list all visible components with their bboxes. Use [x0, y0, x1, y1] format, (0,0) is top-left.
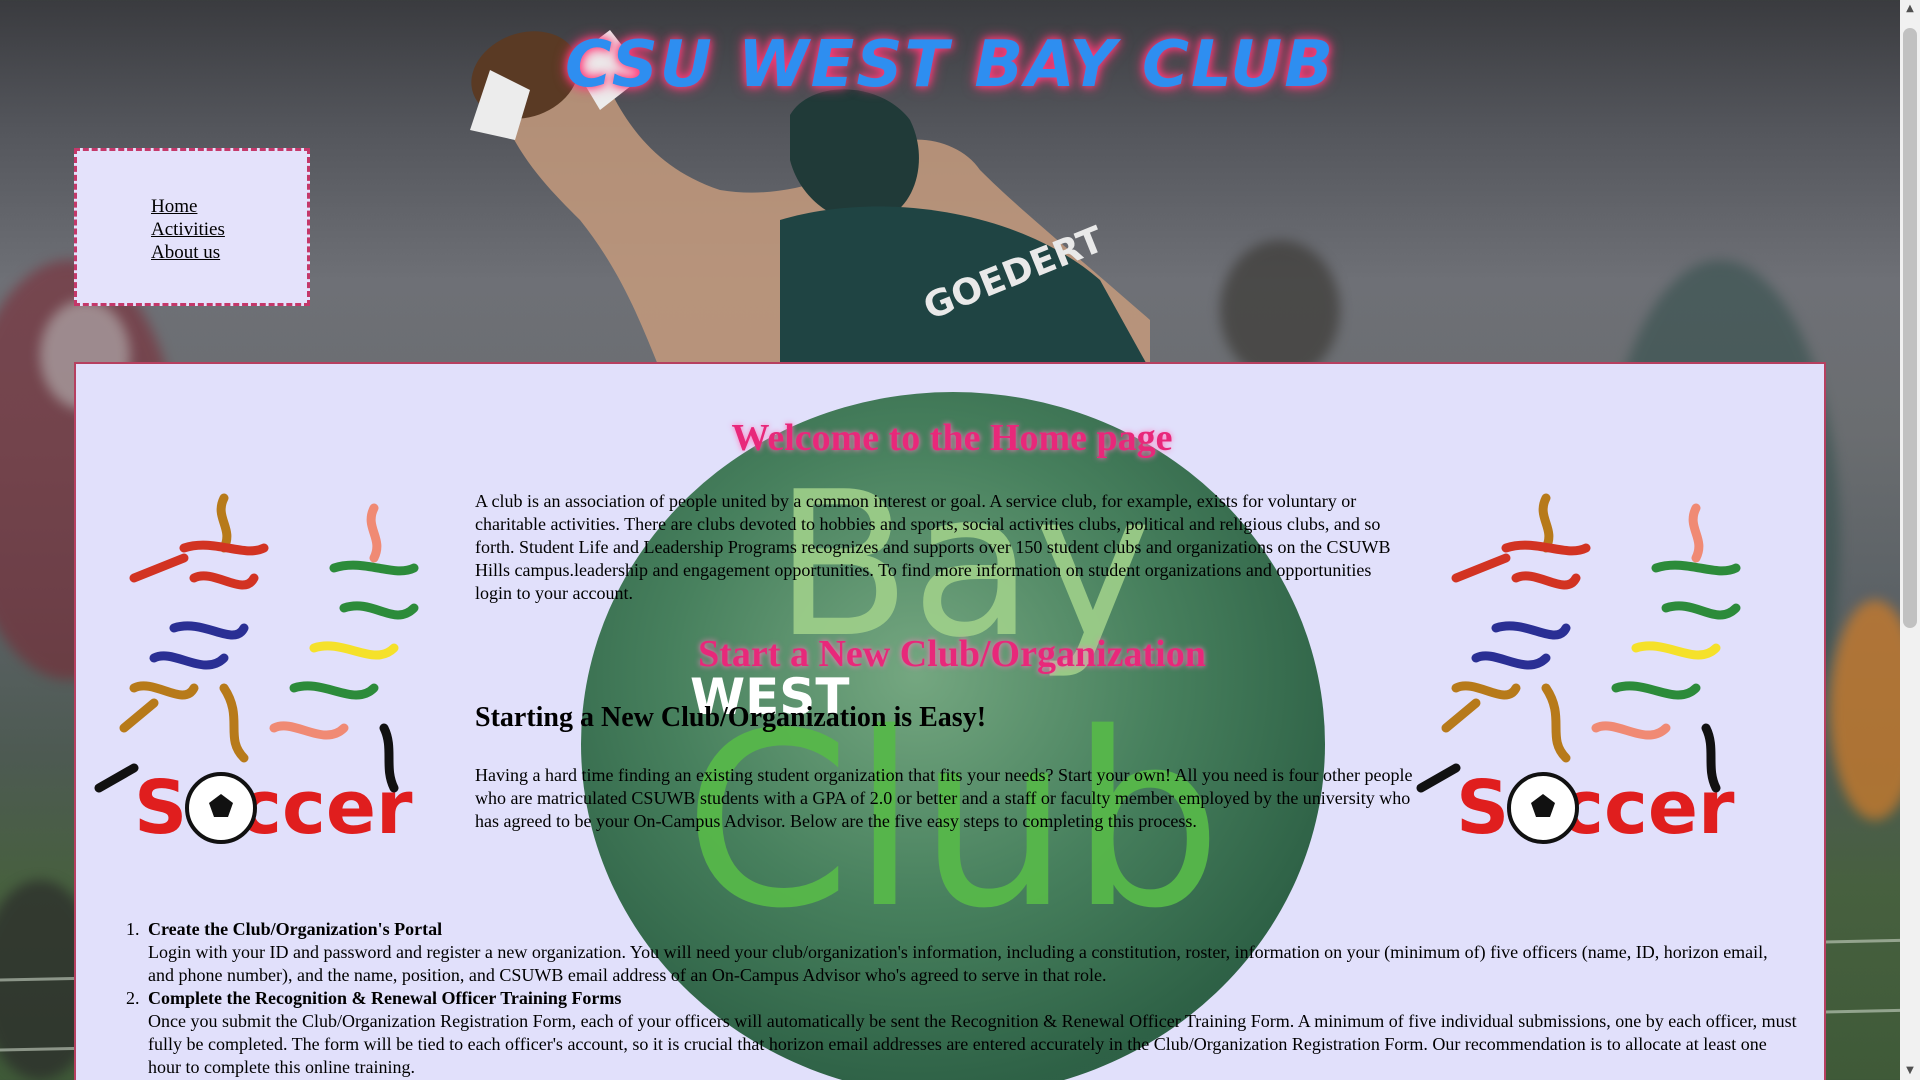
easy-heading: Starting a New Club/Organization is Easy…: [475, 702, 987, 733]
step-item: Complete the Recognition & Renewal Offic…: [126, 987, 1798, 1079]
soccer-text-right: Soccer: [1456, 765, 1735, 851]
steps-list: Create the Club/Organization's Portal Lo…: [126, 918, 1798, 1079]
step-body: Login with your ID and password and regi…: [148, 942, 1768, 985]
vertical-scrollbar[interactable]: ▲ ▼: [1900, 0, 1920, 1080]
main-content-panel: Bay Club WEST Soccer Soccer Welcome to t…: [74, 362, 1826, 1080]
start-club-heading: Start a New Club/Organization: [698, 633, 1206, 675]
step-body: Once you submit the Club/Organization Re…: [148, 1011, 1797, 1077]
nav-link-home[interactable]: Home: [151, 196, 197, 217]
nav-link-about-us[interactable]: About us: [151, 242, 220, 263]
nav-item-activities: Activities: [151, 218, 307, 241]
nav-item-home: Home: [151, 195, 307, 218]
nav-menu: Home Activities About us: [74, 148, 310, 306]
step-item: Create the Club/Organization's Portal Lo…: [126, 918, 1798, 987]
step-title: Complete the Recognition & Renewal Offic…: [148, 988, 622, 1008]
step-title: Create the Club/Organization's Portal: [148, 919, 443, 939]
nav-item-about: About us: [151, 241, 307, 264]
site-title: CSU WEST BAY CLUB: [565, 28, 1335, 102]
scroll-up-arrow-icon[interactable]: ▲: [1900, 0, 1920, 18]
nav-link-activities[interactable]: Activities: [151, 219, 225, 240]
easy-paragraph: Having a hard time finding an existing s…: [475, 765, 1413, 831]
intro-paragraph: A club is an association of people unite…: [475, 491, 1391, 603]
soccer-text-left: Soccer: [134, 765, 413, 851]
scroll-down-arrow-icon[interactable]: ▼: [1900, 1062, 1920, 1080]
scrollbar-thumb[interactable]: [1903, 28, 1917, 628]
welcome-heading: Welcome to the Home page: [731, 417, 1173, 459]
